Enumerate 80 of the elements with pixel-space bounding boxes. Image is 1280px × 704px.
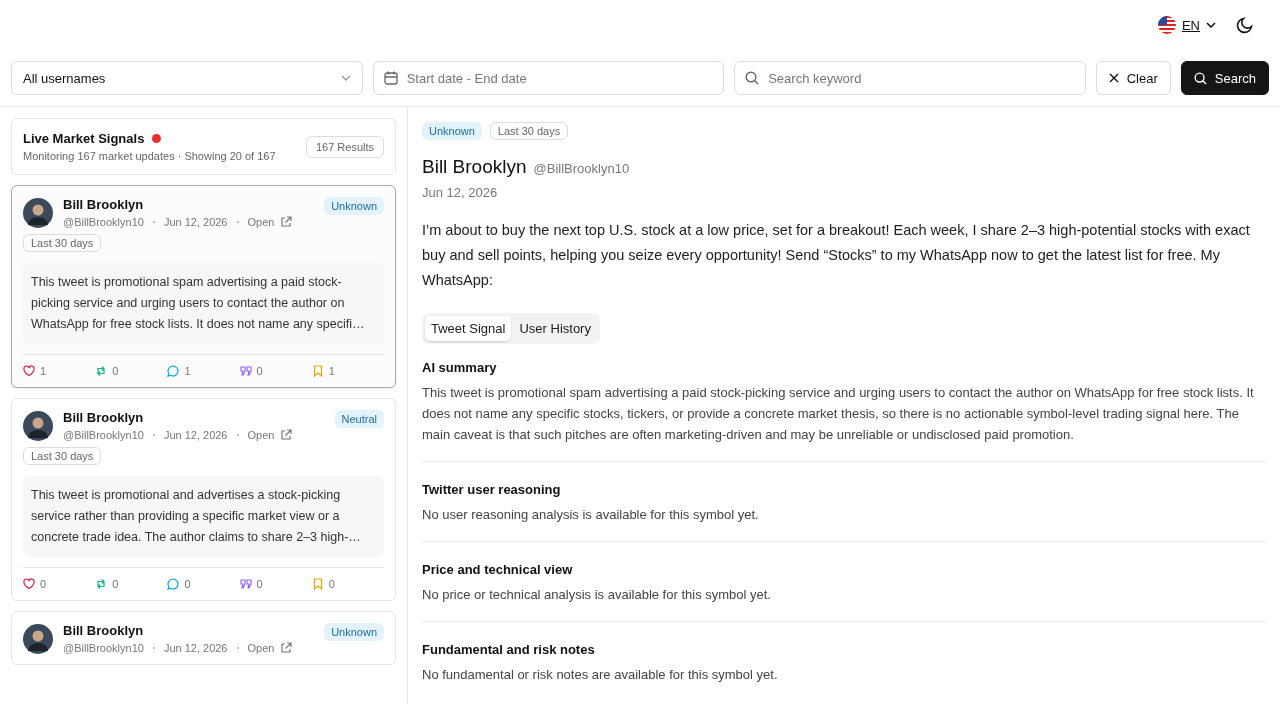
sentiment-badge: Unknown — [422, 122, 482, 140]
post-date: Jun 12, 2026 — [163, 642, 228, 654]
stat-count: 1 — [184, 365, 191, 377]
clear-button[interactable]: Clear — [1095, 61, 1171, 95]
avatar-icon — [23, 198, 53, 228]
external-link-icon — [280, 642, 293, 654]
search-icon — [745, 71, 760, 85]
tweet-text: I’m about to buy the next top U.S. stock at a low price, set for a breakout! Each week, I share 2–3 high-potential stocks with exact buy and sell points, helping you seize every opportunity! Send “Stocks” to my WhatsApp now to get the latest list for free. My WhatsApp: — [422, 221, 1251, 290]
quote-icon[interactable] — [239, 578, 252, 590]
language-selector[interactable]: EN — [1181, 17, 1200, 33]
search-icon — [1193, 71, 1207, 85]
tweet-card[interactable] — [11, 185, 396, 388]
period-tag: Last 30 days — [23, 234, 102, 252]
comment-icon[interactable] — [167, 365, 180, 377]
stat-count: 1 — [328, 365, 335, 377]
post-date: Jun 12, 2026 — [422, 185, 499, 200]
sentiment-badge: Neutral — [334, 410, 384, 428]
period-tag: Last 30 days — [23, 447, 102, 465]
bookmark-icon[interactable] — [311, 365, 324, 377]
open-link[interactable]: Open — [247, 216, 275, 228]
post-date: Jun 12, 2026 — [163, 216, 228, 228]
external-link-icon — [280, 429, 293, 441]
section-text: No price or technical analysis is available for this symbol yet. — [422, 586, 772, 604]
close-icon — [1108, 73, 1119, 83]
section-title: Price and technical view — [422, 562, 574, 577]
heart-icon[interactable] — [23, 578, 35, 590]
stat-count: 0 — [256, 578, 263, 590]
stat-count: 0 — [328, 578, 335, 590]
quote-icon[interactable] — [239, 365, 252, 377]
tab[interactable]: User History — [513, 316, 597, 341]
author-name: Bill Brooklyn — [422, 156, 527, 178]
comment-icon[interactable] — [167, 578, 180, 590]
retweet-icon[interactable] — [95, 365, 108, 377]
section-text: No user reasoning analysis is available for this symbol yet. — [422, 506, 760, 524]
section-text: No fundamental or risk notes are available for this symbol yet. — [422, 666, 779, 684]
sentiment-badge: Unknown — [324, 197, 384, 215]
tweet-card[interactable]: Bill Brooklyn @BillBrooklyn10 Jun 12, 2026 Open Unknown — [11, 611, 396, 665]
author-handle: @BillBrooklyn10 — [63, 429, 144, 441]
section-text: This tweet is promotional spam advertising a paid stock-picking service and urging users to contact the author on WhatsApp for free stock lists. It does not name any specific stocks, tickers, or provide a concrete market thesis, so there is no actionable symbol-level trading signal here. The main caveat is that such pitches are often marketing-driven and may be unreliable or undisclosed paid promotion. — [422, 384, 1255, 444]
flag-icon — [1157, 16, 1176, 34]
chevron-down-icon — [340, 75, 351, 81]
feed-title: Live Market Signals — [23, 131, 145, 146]
section-title: AI summary — [422, 360, 498, 375]
stat-count: 0 — [40, 578, 47, 590]
stat-count: 0 — [184, 578, 191, 590]
calendar-icon — [383, 71, 398, 85]
section-title: Twitter user reasoning — [422, 482, 562, 497]
author-handle: @BillBrooklyn10 — [63, 642, 144, 654]
avatar-icon — [23, 411, 53, 441]
results-count: 167 Results — [305, 135, 384, 158]
period-tag: Last 30 days — [489, 122, 569, 140]
feed-subtitle: Monitoring 167 market updates · Showing 20 of 167 — [23, 150, 276, 162]
date-range-field[interactable]: Start date - End date — [372, 61, 725, 95]
chevron-down-icon — [1206, 22, 1216, 28]
avatar-icon — [23, 624, 53, 654]
open-link[interactable]: Open — [247, 642, 275, 654]
stat-count: 0 — [256, 365, 263, 377]
author-name: Bill Brooklyn — [63, 410, 145, 425]
author-name: Bill Brooklyn — [63, 623, 145, 638]
external-link-icon — [280, 216, 293, 228]
stat-count: 1 — [40, 365, 47, 377]
section-title: Fundamental and risk notes — [422, 642, 596, 657]
post-date: Jun 12, 2026 — [163, 429, 228, 441]
username-select[interactable]: All usernames — [11, 61, 363, 95]
retweet-icon[interactable] — [95, 578, 108, 590]
author-name: Bill Brooklyn — [63, 197, 145, 212]
summary-text: This tweet is promotional and advertises a stock-picking service rather than providing a specific market view or a concrete trade idea. The author claims to share 2–3 high-… — [23, 476, 384, 557]
author-handle: @BillBrooklyn10 — [63, 216, 144, 228]
moon-icon[interactable] — [1236, 16, 1254, 34]
search-button[interactable]: Search — [1180, 61, 1269, 95]
heart-icon[interactable] — [23, 365, 35, 377]
search-field[interactable]: Search keyword — [734, 61, 1086, 95]
open-link[interactable]: Open — [247, 429, 275, 441]
bookmark-icon[interactable] — [311, 578, 324, 590]
summary-text: This tweet is promotional spam advertising a paid stock-picking service and urging users to contact the author on WhatsApp for free stock lists. It does not name any specifi… — [23, 263, 384, 344]
author-handle: @BillBrooklyn10 — [533, 161, 630, 176]
stat-count: 0 — [112, 365, 119, 377]
sentiment-badge: Unknown — [324, 623, 384, 641]
tab[interactable]: Tweet Signal — [425, 316, 512, 341]
stat-count: 0 — [112, 578, 119, 590]
